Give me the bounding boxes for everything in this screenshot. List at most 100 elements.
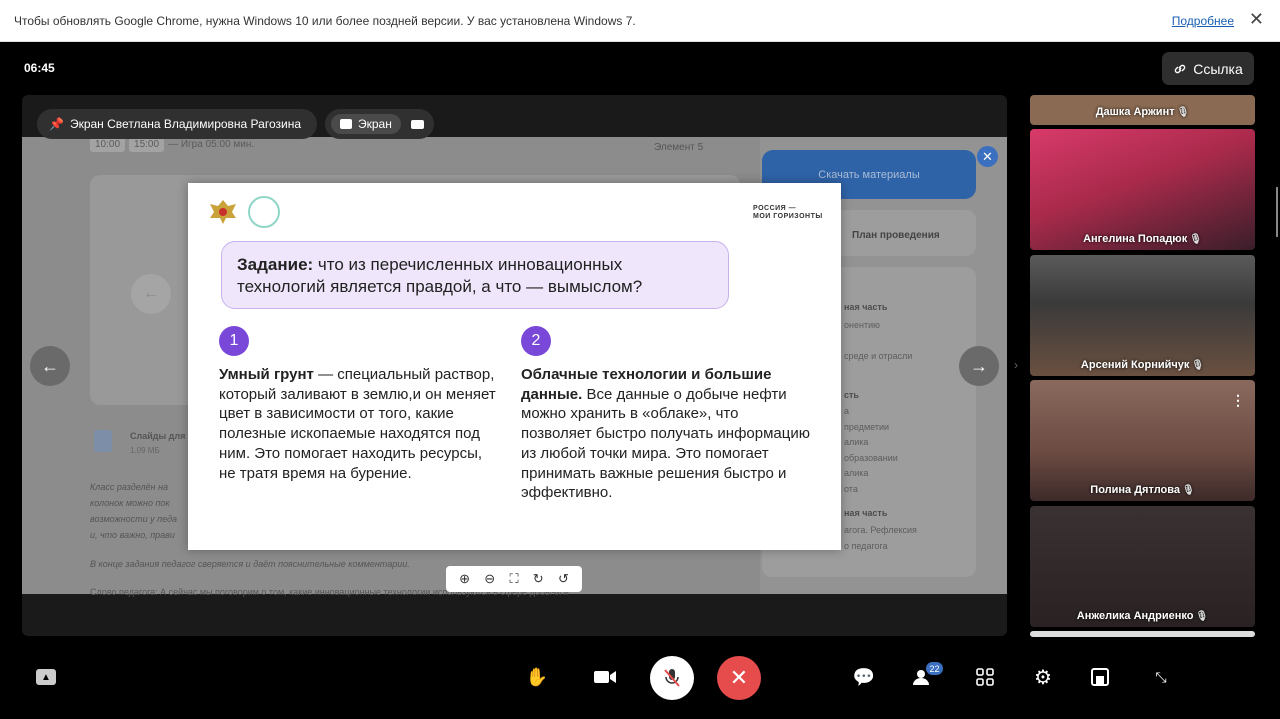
link-icon (1174, 64, 1186, 73)
mic-off-icon: 🎙 (1176, 107, 1190, 118)
pin-icon: 📌 (49, 117, 64, 131)
task-heading: Задание: (237, 255, 314, 274)
close-icon[interactable]: ✕ (1249, 9, 1264, 30)
lms-outline-item: о педагога (844, 541, 888, 551)
participant-name: Ангелина Попадюк 🎙 (1030, 233, 1255, 245)
zoom-toolbar: ⊕ ⊖ ⛶ ↻ ↺ (446, 566, 582, 592)
chat-icon[interactable]: 💬 (853, 666, 875, 688)
exit-fullscreen-icon[interactable]: ⤡ (1151, 667, 1171, 687)
participant-name-text: Полина Дятлова (1090, 484, 1180, 496)
screen-tab[interactable]: Экран (331, 114, 401, 134)
lms-outline-item: сть (844, 390, 859, 400)
lms-outline-item: а (844, 406, 850, 416)
presenter-label: 📌 Экран Светлана Владимировна Рагозина (37, 109, 317, 139)
pdf-file-icon (94, 430, 112, 452)
participant-name: Дашка Аржинт 🎙 (1030, 106, 1255, 118)
lms-text-line: и, что важно, прави (90, 530, 175, 540)
camera-tab-icon[interactable] (410, 119, 424, 129)
lms-file-title: Слайды для к (130, 431, 193, 441)
copy-link-button[interactable]: Ссылка (1162, 52, 1254, 85)
lms-outline-item: ная часть (844, 508, 888, 518)
participant-name-text: Анжелика Андриенко (1076, 610, 1194, 622)
presenter-name: Экран Светлана Владимировна Рагозина (69, 117, 301, 131)
mic-off-icon: 🎙 (1182, 485, 1195, 496)
task-box: Задание: что из перечисленных инновацион… (221, 241, 729, 309)
option-1-body: — специальный раствор, который заливают … (219, 366, 496, 482)
grid-view-icon[interactable] (975, 667, 995, 687)
participant-tile[interactable]: Дашка Аржинт 🎙 (1030, 95, 1255, 125)
chevron-right-icon[interactable]: › (1014, 358, 1018, 372)
option-2-body: Все данные о добыче нефти можно хранить … (521, 385, 810, 502)
mic-off-icon: 🎙 (1189, 234, 1202, 245)
mic-off-icon: 🎙 (1191, 360, 1205, 371)
screen-switch: Экран (325, 109, 434, 139)
zoom-in-icon[interactable]: ⊕ (459, 571, 470, 587)
raise-hand-icon[interactable]: ✋ (526, 666, 548, 688)
participant-name: Полина Дятлова 🎙 (1030, 484, 1255, 496)
lms-text-line: В конце задания педагог сверяется и даёт… (90, 559, 410, 569)
participant-name: Анжелика Андриенко 🎙 (1030, 610, 1255, 622)
rotate-right-icon[interactable]: ↻ (533, 571, 544, 587)
scrollbar[interactable] (1276, 187, 1278, 237)
lms-timing: 10:00 15:00— Игра 05:00 мин. (90, 137, 254, 152)
settings-gear-icon[interactable]: ⚙ (1032, 666, 1054, 689)
lms-outline-item: алика (844, 468, 869, 478)
screen-share-view: 10:00 15:00— Игра 05:00 мин. Элемент 5 ← … (22, 95, 1007, 636)
lms-time-chip: 15:00 (129, 137, 165, 152)
lms-outline-item: алика (844, 437, 869, 447)
share-screen-icon[interactable]: ▲ (36, 669, 56, 685)
lms-file-size: 1.09 МБ (130, 446, 160, 455)
participant-tile[interactable]: Анжелика Андриенко 🎙 (1030, 506, 1255, 627)
brand-label: РОССИЯ — МОИ ГОРИЗОНТЫ (753, 205, 823, 221)
participant-name-text: Дашка Аржинт (1095, 106, 1175, 118)
camera-icon[interactable] (593, 668, 617, 686)
lms-time-chip: 10:00 (90, 137, 126, 152)
participant-tile[interactable]: Ангелина Попадюк 🎙 (1030, 129, 1255, 250)
mic-off-button[interactable] (650, 656, 694, 700)
rotate-left-icon[interactable]: ↺ (558, 571, 569, 587)
fit-screen-icon[interactable]: ⛶ (509, 571, 518, 587)
lms-plan-label: План проведения (852, 230, 940, 241)
chrome-update-infobar: Чтобы обновлять Google Chrome, нужна Win… (0, 0, 1280, 42)
conference-stage: 06:45 Ссылка 10:00 15:00— Игра 05:00 мин.… (0, 42, 1280, 719)
option-1-text: Умный грунт — специальный раствор, котор… (219, 365, 499, 483)
zoom-out-icon[interactable]: ⊖ (484, 571, 495, 587)
lms-outline-item: онентию (844, 320, 880, 330)
lms-outline-item: ная часть (844, 302, 888, 312)
copy-link-label: Ссылка (1193, 60, 1243, 77)
brand-line: МОИ ГОРИЗОНТЫ (753, 213, 823, 220)
infobar-message: Чтобы обновлять Google Chrome, нужна Win… (14, 14, 636, 28)
lms-text-line: возможности у педа (90, 514, 177, 524)
next-slide-button[interactable]: → (959, 346, 999, 386)
call-timer: 06:45 (24, 61, 55, 75)
lms-text-line: Класс разделён на (90, 482, 168, 492)
lms-timing-text: — Игра 05:00 мин. (168, 139, 255, 150)
more-options-icon[interactable]: ⋮ (1231, 392, 1245, 409)
lms-outline-item: агогa. Рефлексия (844, 525, 917, 535)
lms-text-line: колонок можно пок (90, 498, 170, 508)
number-badge: 2 (521, 326, 551, 356)
close-icon: ✕ (977, 146, 998, 167)
screen-share-icon (340, 119, 352, 129)
screen-tab-label: Экран (358, 117, 392, 131)
participants-count-badge: 22 (926, 662, 943, 675)
layout-icon[interactable] (1091, 668, 1109, 686)
participant-tile[interactable]: Арсений Корнийчук 🎙 (1030, 255, 1255, 376)
option-1-title: Умный грунт (219, 366, 314, 383)
mic-off-icon (664, 669, 680, 687)
participant-tile[interactable]: ⋮ Полина Дятлова 🎙 (1030, 380, 1255, 501)
participant-name-text: Арсений Корнийчук (1080, 359, 1190, 371)
option-2-text: Облачные технологии и большие данные. Вс… (521, 365, 811, 503)
infobar-more-link[interactable]: Подробнее (1172, 14, 1234, 28)
lms-outline-item: предметии (844, 422, 890, 432)
mic-off-icon: 🎙 (1195, 611, 1209, 622)
lms-element-label: Элемент 5 (654, 142, 704, 153)
lms-outline-item: ота (844, 484, 858, 494)
hang-up-button[interactable]: ✕ (717, 656, 761, 700)
participant-tile-partial (1030, 631, 1255, 637)
previous-slide-button[interactable]: ← (30, 346, 70, 386)
lms-outline-item: образовании (844, 453, 898, 463)
number-badge: 1 (219, 326, 249, 356)
participant-name: Арсений Корнийчук 🎙 (1030, 359, 1255, 371)
coat-of-arms-icon (210, 200, 236, 224)
